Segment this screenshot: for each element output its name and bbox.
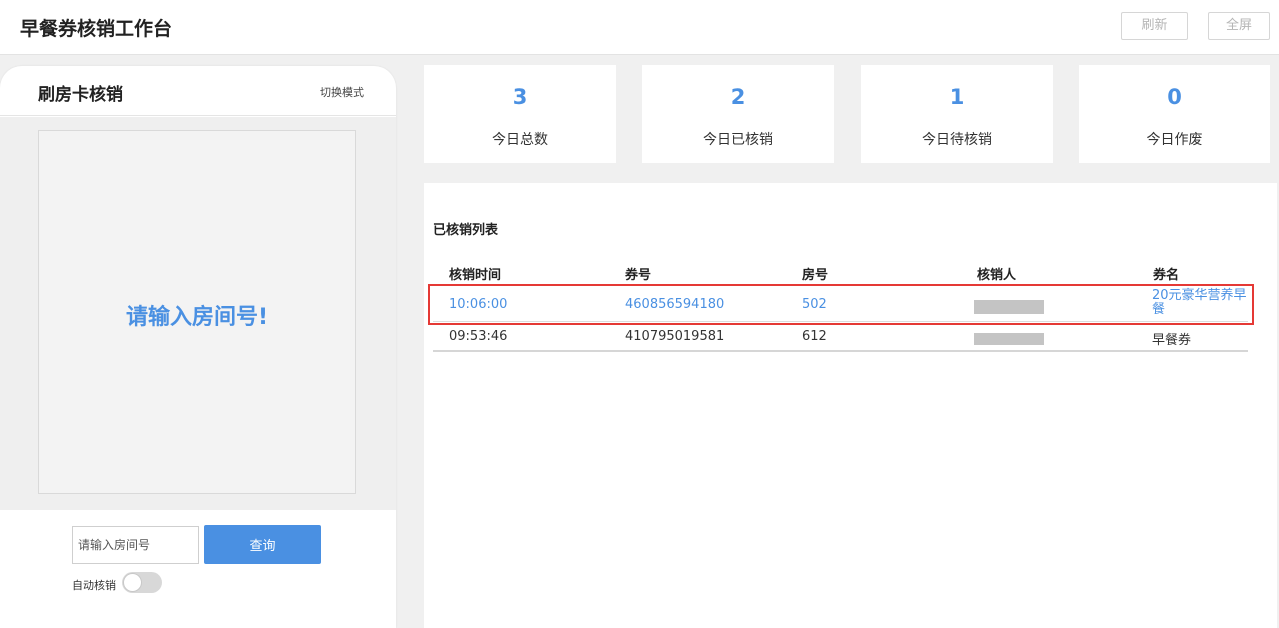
top-bar: 早餐券核销工作台 刷新 全屏 (0, 0, 1279, 55)
stat-card-verified: 2 今日已核销 (642, 65, 834, 163)
stat-value: 2 (730, 85, 746, 109)
room-number-input[interactable] (72, 526, 199, 564)
column-header-coupon-no: 券号 (625, 268, 652, 283)
query-button[interactable]: 查询 (204, 525, 321, 564)
stat-label: 今日待核销 (922, 132, 992, 148)
scan-screen: 请输入房间号! (0, 117, 396, 510)
column-header-room: 房号 (802, 268, 829, 283)
column-header-verifier: 核销人 (977, 268, 1017, 283)
stat-label: 今日已核销 (703, 132, 773, 148)
refresh-button[interactable]: 刷新 (1121, 12, 1188, 40)
stat-value: 0 (1167, 85, 1182, 109)
table-row[interactable]: 10:06:00 460856594180 502 20元豪华营养早餐 (433, 284, 1248, 322)
room-card-panel: 刷房卡核销 切换模式 请输入房间号! 查询 自动核销 (0, 66, 396, 628)
redacted-verifier (974, 300, 1044, 314)
cell-time: 10:06:00 (449, 297, 508, 312)
stat-value: 3 (512, 85, 528, 109)
cell-coupon-no: 460856594180 (625, 297, 725, 312)
room-prompt: 请输入房间号! (125, 305, 269, 330)
scan-display: 请输入房间号! (38, 130, 356, 494)
switch-mode-link[interactable]: 切换模式 (320, 84, 364, 100)
page-title: 早餐券核销工作台 (20, 18, 173, 40)
column-header-coupon-name: 券名 (1153, 268, 1180, 283)
list-title: 已核销列表 (433, 223, 499, 238)
panel-header: 刷房卡核销 切换模式 (0, 66, 396, 116)
fullscreen-button[interactable]: 全屏 (1208, 12, 1270, 40)
cell-time: 09:53:46 (449, 329, 508, 344)
cell-coupon-name: 20元豪华营养早餐 (1152, 288, 1247, 317)
cell-room: 612 (802, 329, 827, 344)
cell-coupon-no: 410795019581 (625, 329, 725, 344)
query-controls: 查询 自动核销 (0, 510, 396, 628)
verified-list-panel: 已核销列表 核销时间 券号 房号 核销人 券名 10:06:00 4608565… (424, 183, 1277, 628)
auto-verify-label: 自动核销 (72, 579, 116, 592)
toggle-knob (123, 573, 142, 592)
redacted-verifier (974, 333, 1044, 345)
cell-room: 502 (802, 297, 827, 312)
stat-card-voided: 0 今日作废 (1079, 65, 1270, 163)
stat-label: 今日作废 (1146, 132, 1203, 148)
panel-title: 刷房卡核销 (38, 85, 123, 105)
table-row[interactable]: 09:53:46 410795019581 612 早餐券 (433, 322, 1248, 352)
column-header-time: 核销时间 (449, 268, 502, 283)
stat-value: 1 (949, 85, 965, 109)
stat-card-total: 3 今日总数 (424, 65, 616, 163)
stat-label: 今日总数 (492, 132, 548, 148)
auto-verify-toggle[interactable] (122, 572, 162, 593)
cell-coupon-name: 早餐券 (1152, 333, 1192, 348)
stat-card-pending: 1 今日待核销 (861, 65, 1053, 163)
